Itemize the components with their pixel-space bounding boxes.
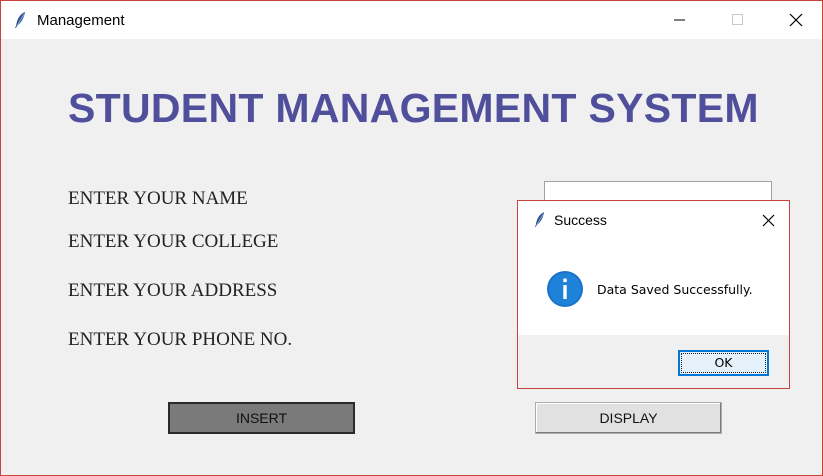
close-icon — [789, 13, 803, 27]
insert-button[interactable]: INSERT — [168, 402, 355, 434]
close-button[interactable] — [773, 1, 819, 39]
main-window: Management STUDENT MANAGEMENT SYSTEM ENT… — [0, 0, 823, 476]
success-dialog: Success Data Saved Successfully. OK — [517, 200, 790, 389]
maximize-button[interactable] — [715, 1, 761, 39]
dialog-titlebar[interactable]: Success — [518, 201, 789, 239]
feather-icon — [15, 12, 25, 28]
window-title: Management — [37, 12, 125, 29]
minimize-icon — [674, 19, 685, 21]
dialog-message: Data Saved Successfully. — [597, 282, 753, 297]
close-icon — [762, 214, 775, 227]
dialog-footer: OK — [518, 335, 789, 388]
minimize-button[interactable] — [657, 1, 703, 39]
info-icon — [547, 271, 583, 307]
page-title: STUDENT MANAGEMENT SYSTEM — [68, 85, 759, 131]
display-button[interactable]: DISPLAY — [535, 402, 722, 434]
phone-label: ENTER YOUR PHONE NO. — [68, 329, 293, 350]
dialog-body: Data Saved Successfully. — [518, 239, 789, 335]
address-label: ENTER YOUR ADDRESS — [68, 280, 278, 301]
maximize-icon — [732, 14, 743, 25]
dialog-title: Success — [554, 212, 607, 228]
name-label: ENTER YOUR NAME — [68, 188, 248, 209]
college-label: ENTER YOUR COLLEGE — [68, 231, 279, 252]
dialog-close-button[interactable] — [754, 207, 782, 233]
feather-icon — [534, 212, 545, 227]
window-titlebar[interactable]: Management — [1, 1, 822, 39]
ok-button[interactable]: OK — [678, 350, 769, 376]
